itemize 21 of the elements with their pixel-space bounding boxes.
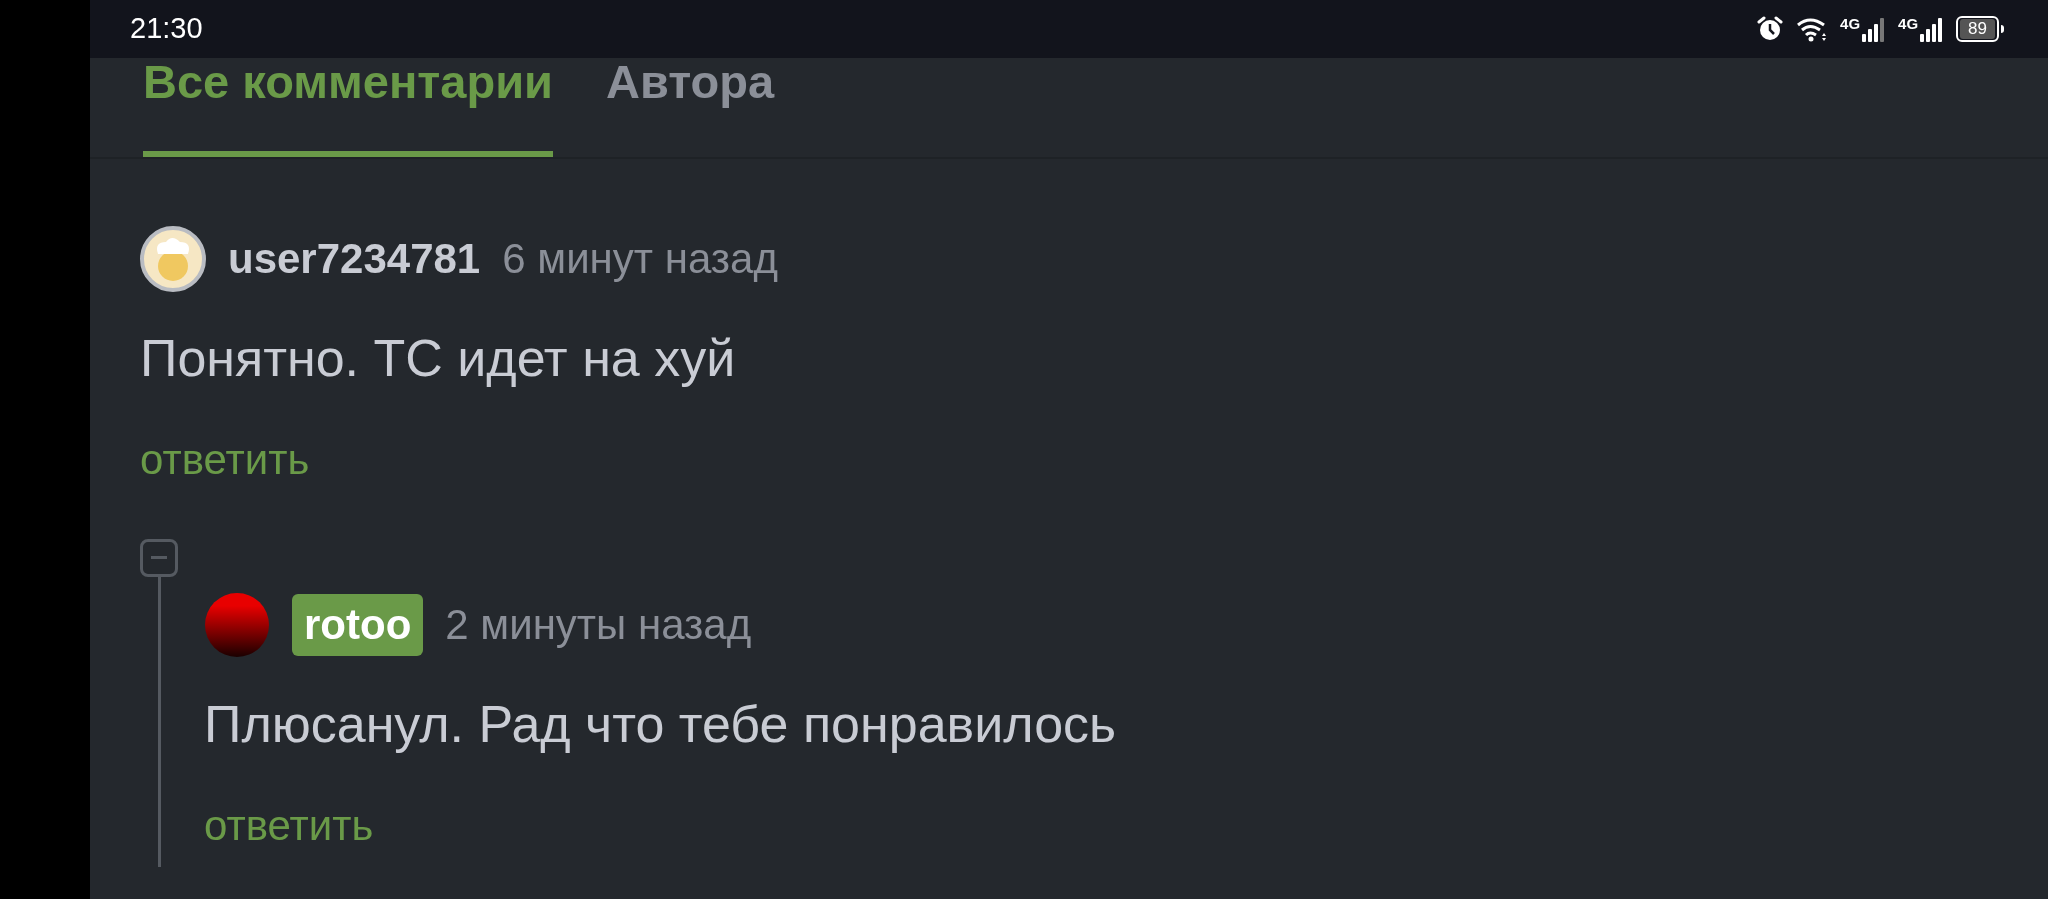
clock-time: 21:30 <box>130 11 203 47</box>
collapse-button[interactable] <box>140 538 178 577</box>
avatar-icon <box>140 226 206 292</box>
tab[interactable]: Все комментарии <box>143 58 553 157</box>
network-label: 4G <box>1898 16 1919 31</box>
tab[interactable]: Автора <box>606 58 775 157</box>
wifi-icon <box>1796 16 1829 42</box>
comment-text: Плюсанул. Рад что тебе понравилось <box>204 693 1117 755</box>
comment-text: Понятно. ТС идет на хуй <box>140 328 737 389</box>
avatar-icon <box>204 591 270 658</box>
reply-link[interactable]: ответить <box>140 435 310 486</box>
author-name[interactable]: user7234781 <box>228 233 481 285</box>
comment-time: 6 минут назад <box>502 233 778 284</box>
comment-time: 2 минуты назад <box>445 599 752 650</box>
network-label: 4G <box>1840 16 1861 31</box>
battery-icon: 89 <box>1956 16 1999 42</box>
signal-icon <box>1920 16 1945 42</box>
alarm-icon <box>1756 15 1785 43</box>
reply-link[interactable]: ответить <box>204 801 374 852</box>
author-name[interactable]: rotoo <box>292 593 424 656</box>
signal-icon <box>1862 16 1887 42</box>
